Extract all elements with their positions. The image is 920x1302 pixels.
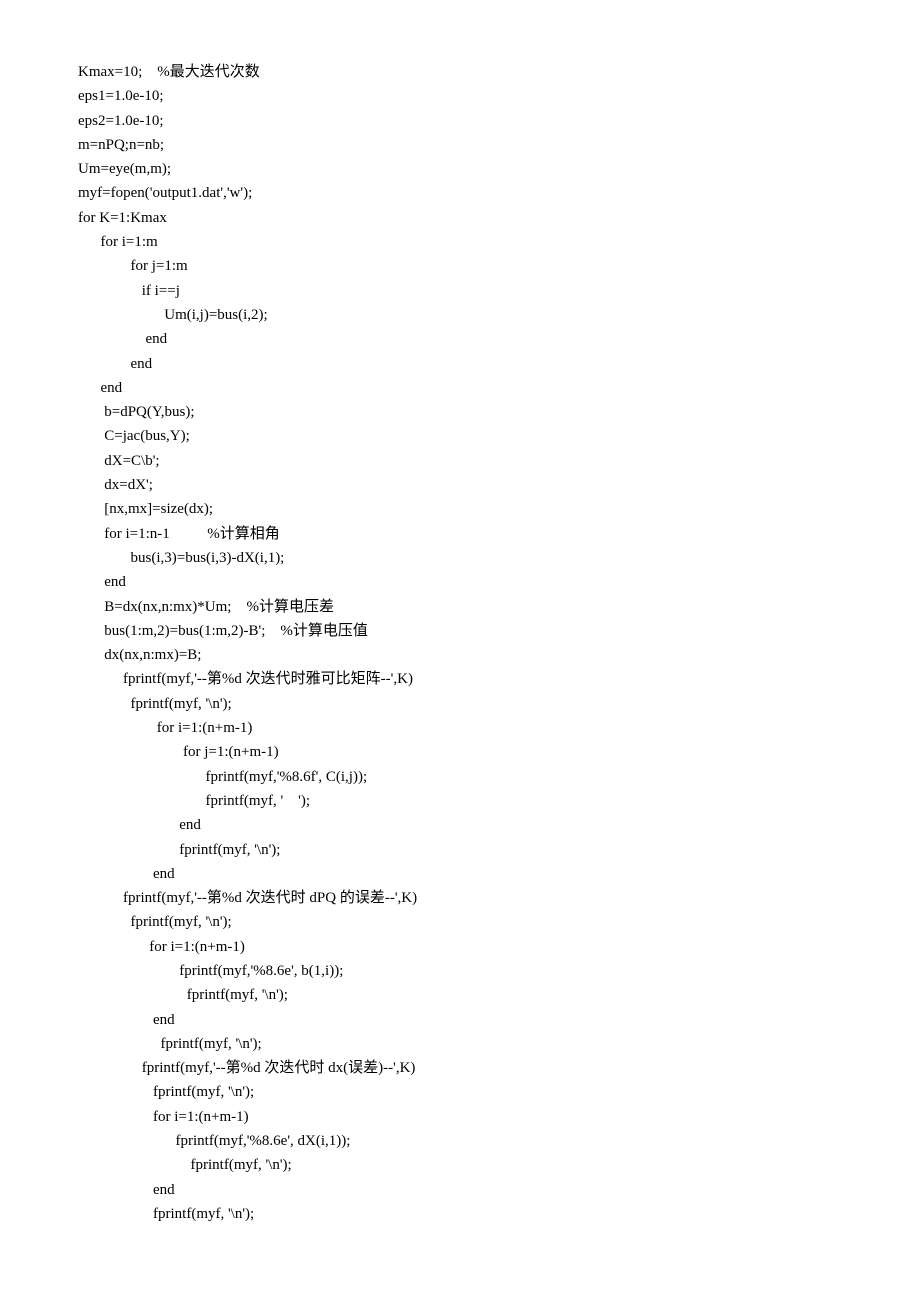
code-line: end [78, 327, 842, 351]
code-line: dX=C\b'; [78, 449, 842, 473]
code-line: fprintf(myf, '\n'); [78, 1080, 842, 1104]
document-page: Kmax=10; %最大迭代次数eps1=1.0e-10;eps2=1.0e-1… [0, 0, 920, 1302]
code-line: for j=1:(n+m-1) [78, 740, 842, 764]
code-line: end [78, 1008, 842, 1032]
code-line: fprintf(myf, '\n'); [78, 1202, 842, 1226]
code-line: end [78, 862, 842, 886]
code-line: Kmax=10; %最大迭代次数 [78, 60, 842, 84]
code-line: b=dPQ(Y,bus); [78, 400, 842, 424]
code-line: fprintf(myf,'%8.6e', dX(i,1)); [78, 1129, 842, 1153]
code-line: end [78, 352, 842, 376]
code-line: fprintf(myf, '\n'); [78, 910, 842, 934]
code-line: for i=1:n-1 %计算相角 [78, 522, 842, 546]
code-line: for i=1:(n+m-1) [78, 935, 842, 959]
code-line: C=jac(bus,Y); [78, 424, 842, 448]
code-line: B=dx(nx,n:mx)*Um; %计算电压差 [78, 595, 842, 619]
code-line: for j=1:m [78, 254, 842, 278]
code-line: bus(1:m,2)=bus(1:m,2)-B'; %计算电压值 [78, 619, 842, 643]
code-line: myf=fopen('output1.dat','w'); [78, 181, 842, 205]
code-line: for i=1:(n+m-1) [78, 716, 842, 740]
code-line: for i=1:(n+m-1) [78, 1105, 842, 1129]
code-line: if i==j [78, 279, 842, 303]
code-block: Kmax=10; %最大迭代次数eps1=1.0e-10;eps2=1.0e-1… [78, 60, 842, 1226]
code-line: eps2=1.0e-10; [78, 109, 842, 133]
code-line: bus(i,3)=bus(i,3)-dX(i,1); [78, 546, 842, 570]
code-line: [nx,mx]=size(dx); [78, 497, 842, 521]
code-line: fprintf(myf, ' '); [78, 789, 842, 813]
code-line: end [78, 570, 842, 594]
code-line: fprintf(myf,'%8.6e', b(1,i)); [78, 959, 842, 983]
code-line: fprintf(myf, '\n'); [78, 983, 842, 1007]
code-line: eps1=1.0e-10; [78, 84, 842, 108]
code-line: m=nPQ;n=nb; [78, 133, 842, 157]
code-line: fprintf(myf, '\n'); [78, 692, 842, 716]
code-line: Um(i,j)=bus(i,2); [78, 303, 842, 327]
code-line: fprintf(myf, '\n'); [78, 838, 842, 862]
code-line: end [78, 376, 842, 400]
code-line: dx=dX'; [78, 473, 842, 497]
code-line: dx(nx,n:mx)=B; [78, 643, 842, 667]
code-line: end [78, 813, 842, 837]
code-line: end [78, 1178, 842, 1202]
code-line: fprintf(myf, '\n'); [78, 1153, 842, 1177]
code-line: for i=1:m [78, 230, 842, 254]
code-line: fprintf(myf,'--第%d 次迭代时 dx(误差)--',K) [78, 1056, 842, 1080]
code-line: fprintf(myf, '\n'); [78, 1032, 842, 1056]
code-line: for K=1:Kmax [78, 206, 842, 230]
code-line: Um=eye(m,m); [78, 157, 842, 181]
code-line: fprintf(myf,'--第%d 次迭代时雅可比矩阵--',K) [78, 667, 842, 691]
code-line: fprintf(myf,'%8.6f', C(i,j)); [78, 765, 842, 789]
code-line: fprintf(myf,'--第%d 次迭代时 dPQ 的误差--',K) [78, 886, 842, 910]
